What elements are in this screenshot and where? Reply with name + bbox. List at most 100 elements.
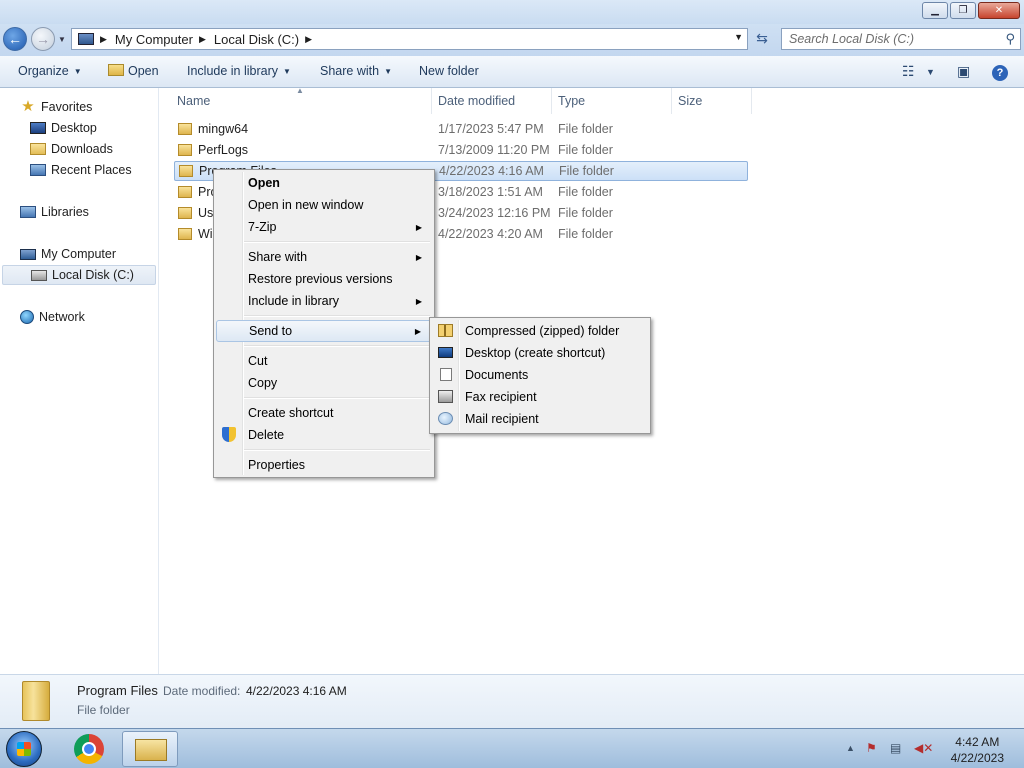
libraries-icon xyxy=(20,206,36,218)
menu-item-share-with[interactable]: Share with ▶ xyxy=(216,246,432,268)
share-with-button[interactable]: Share with ▼ xyxy=(320,64,392,78)
volume-muted-icon[interactable]: ◀✕ xyxy=(914,741,933,755)
back-button[interactable]: ← xyxy=(3,27,27,51)
submenu-arrow-icon: ▶ xyxy=(415,296,422,306)
send-to-documents[interactable]: Documents xyxy=(432,364,648,386)
share-with-label: Share with xyxy=(320,64,380,78)
submenu-arrow-icon: ▶ xyxy=(415,252,422,262)
nav-local-disk-label: Local Disk (C:) xyxy=(52,268,134,282)
column-date-modified[interactable]: Date modified xyxy=(432,88,552,114)
action-center-flag-icon[interactable]: ⚑ xyxy=(866,741,877,755)
menu-item-open[interactable]: Open xyxy=(216,172,432,194)
menu-separator xyxy=(244,397,430,399)
preview-pane-icon[interactable]: ▣ xyxy=(957,63,970,80)
nav-desktop[interactable]: Desktop xyxy=(30,118,97,138)
nav-network[interactable]: Network xyxy=(20,307,85,327)
network-status-icon[interactable]: ▤ xyxy=(890,741,901,755)
fax-icon xyxy=(438,390,453,403)
organize-button[interactable]: Organize ▼ xyxy=(18,64,82,78)
breadcrumb-my-computer[interactable]: My Computer xyxy=(115,32,193,47)
send-to-fax-recipient[interactable]: Fax recipient xyxy=(432,386,648,408)
menu-item-include-in-library-label: Include in library xyxy=(248,294,340,308)
nav-libraries[interactable]: Libraries xyxy=(20,202,89,222)
menu-item-delete[interactable]: Delete xyxy=(216,424,432,446)
breadcrumb-local-disk[interactable]: Local Disk (C:) xyxy=(214,32,299,47)
maximize-button[interactable]: ❐ xyxy=(950,2,976,19)
title-bar: ▁ ❐ ✕ xyxy=(0,0,1024,24)
recent-pages-dropdown[interactable]: ▼ xyxy=(58,35,66,44)
send-to-compressed-folder[interactable]: Compressed (zipped) folder xyxy=(432,320,648,342)
start-button[interactable] xyxy=(6,731,42,767)
open-button[interactable]: Open xyxy=(108,64,159,78)
new-folder-button[interactable]: New folder xyxy=(419,64,479,78)
search-placeholder: Search Local Disk (C:) xyxy=(789,32,915,46)
nav-network-label: Network xyxy=(39,310,85,324)
nav-downloads[interactable]: Downloads xyxy=(30,139,113,159)
menu-item-copy[interactable]: Copy xyxy=(216,372,432,394)
address-dropdown-icon[interactable]: ▼ xyxy=(734,32,743,42)
windows-logo-icon xyxy=(17,742,31,756)
close-button[interactable]: ✕ xyxy=(978,2,1020,19)
menu-item-create-shortcut[interactable]: Create shortcut xyxy=(216,402,432,424)
column-type[interactable]: Type xyxy=(552,88,672,114)
send-to-desktop-shortcut[interactable]: Desktop (create shortcut) xyxy=(432,342,648,364)
command-bar: Organize ▼ Open Include in library ▼ Share… xyxy=(0,56,1024,88)
show-hidden-icons-icon[interactable]: ▲ xyxy=(846,743,855,753)
desktop-icon xyxy=(438,347,453,358)
file-date: 3/18/2023 1:51 AM xyxy=(438,185,543,199)
menu-item-send-to-label: Send to xyxy=(249,324,293,338)
nav-recent-places[interactable]: Recent Places xyxy=(30,160,132,180)
star-icon: ★ xyxy=(21,98,35,115)
breadcrumb-separator-icon[interactable]: ▶ xyxy=(199,34,206,45)
menu-item-cut[interactable]: Cut xyxy=(216,350,432,372)
address-bar[interactable]: ▶ My Computer ▶ Local Disk (C:) ▶ ▼ xyxy=(71,28,748,50)
menu-item-properties[interactable]: Properties xyxy=(216,454,432,476)
folder-icon xyxy=(179,165,193,177)
menu-item-7zip[interactable]: 7-Zip ▶ xyxy=(216,216,432,238)
menu-item-restore-previous-versions[interactable]: Restore previous versions xyxy=(216,268,432,290)
recent-places-icon xyxy=(30,164,46,176)
file-row[interactable]: mingw64 1/17/2023 5:47 PM File folder xyxy=(174,119,748,139)
file-type: File folder xyxy=(558,206,613,220)
column-size[interactable]: Size xyxy=(672,88,752,114)
file-row[interactable]: PerfLogs 7/13/2009 11:20 PM File folder xyxy=(174,140,748,160)
nav-favorites[interactable]: ★ Favorites xyxy=(20,97,92,117)
view-options-icon[interactable]: ☷ xyxy=(902,63,915,80)
send-to-mail-recipient[interactable]: Mail recipient xyxy=(432,408,648,430)
view-dropdown-icon[interactable]: ▼ xyxy=(926,67,935,77)
file-name: mingw64 xyxy=(198,122,249,136)
help-icon[interactable]: ? xyxy=(992,63,1008,81)
navigation-pane: ★ Favorites Desktop Downloads Recent Plac… xyxy=(0,88,159,674)
nav-my-computer[interactable]: My Computer xyxy=(20,244,116,264)
menu-item-share-with-label: Share with xyxy=(248,250,308,264)
menu-item-include-in-library[interactable]: Include in library ▶ xyxy=(216,290,432,312)
explorer-folder-icon xyxy=(135,739,167,761)
menu-separator xyxy=(244,241,430,243)
taskbar-chrome[interactable] xyxy=(61,731,117,767)
menu-item-open-new-window[interactable]: Open in new window xyxy=(216,194,432,216)
zip-folder-icon xyxy=(438,324,453,337)
chevron-down-icon: ▼ xyxy=(73,67,82,76)
search-input[interactable]: Search Local Disk (C:) ⚲ xyxy=(781,28,1021,50)
clock[interactable]: 4:42 AM 4/22/2023 xyxy=(951,734,1004,766)
file-date: 1/17/2023 5:47 PM xyxy=(438,122,544,136)
breadcrumb-separator-icon[interactable]: ▶ xyxy=(100,34,107,45)
sort-ascending-icon: ▲ xyxy=(296,86,304,95)
nav-my-computer-label: My Computer xyxy=(41,247,117,261)
include-in-library-label: Include in library xyxy=(187,64,279,78)
details-item-type: File folder xyxy=(77,703,130,717)
minimize-button[interactable]: ▁ xyxy=(922,2,948,19)
file-type: File folder xyxy=(558,143,613,157)
breadcrumb-separator-icon[interactable]: ▶ xyxy=(305,34,312,45)
taskbar-explorer[interactable] xyxy=(122,731,178,767)
taskbar: ▲ ⚑ ▤ ◀✕ 4:42 AM 4/22/2023 xyxy=(0,728,1024,768)
folder-icon xyxy=(178,228,192,240)
search-icon[interactable]: ⚲ xyxy=(1005,31,1015,47)
menu-item-send-to[interactable]: Send to ▶ xyxy=(216,320,432,342)
nav-local-disk[interactable]: Local Disk (C:) xyxy=(2,265,156,285)
chevron-down-icon: ▼ xyxy=(283,67,291,76)
forward-button[interactable]: → xyxy=(31,27,55,51)
include-in-library-button[interactable]: Include in library ▼ xyxy=(187,64,291,78)
refresh-icon[interactable]: ⇆ xyxy=(752,30,772,50)
desktop-icon xyxy=(30,122,46,134)
